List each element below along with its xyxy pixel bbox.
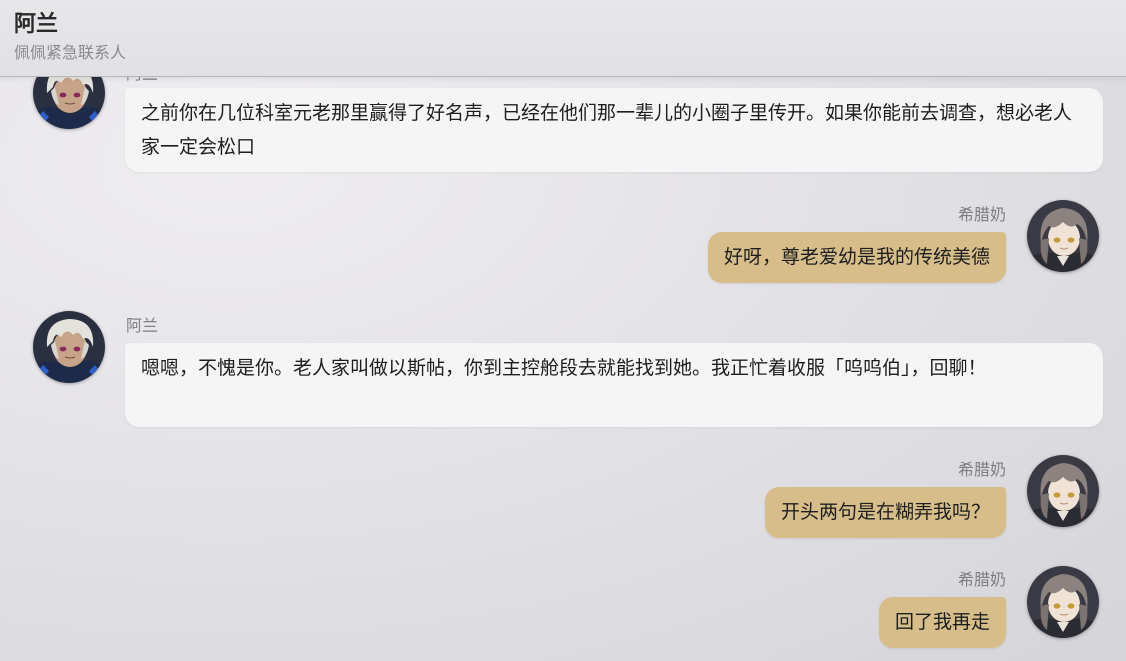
message-sender: 阿兰 bbox=[126, 316, 159, 335]
white-haired-character-avatar-icon bbox=[33, 311, 105, 383]
player-avatar[interactable] bbox=[1027, 200, 1099, 272]
message-sender: 希腊奶 bbox=[957, 570, 1006, 589]
header-divider bbox=[0, 77, 1126, 83]
message-sender: 希腊奶 bbox=[957, 205, 1006, 224]
outgoing-message-bubble[interactable]: 好呀，尊老爱幼是我的传统美德 bbox=[707, 232, 1006, 283]
message-sender: 希腊奶 bbox=[957, 460, 1006, 479]
contact-avatar[interactable] bbox=[33, 311, 105, 383]
outgoing-message-bubble[interactable]: 开头两句是在糊弄我吗？ bbox=[764, 487, 1006, 538]
contact-subtitle: 佩佩紧急联系人 bbox=[14, 43, 127, 62]
player-avatar[interactable] bbox=[1027, 455, 1099, 527]
message-list[interactable]: 阿兰 之前你在几位科室元老那里赢得了好名声，已经在他们那一辈儿的小圈子里传开。如… bbox=[0, 0, 1126, 661]
incoming-message-bubble[interactable]: 之前你在几位科室元老那里赢得了好名声，已经在他们那一辈儿的小圈子里传开。如果你能… bbox=[125, 88, 1103, 172]
outgoing-message-bubble[interactable]: 回了我再走 bbox=[878, 597, 1006, 648]
incoming-message-bubble[interactable]: 嗯嗯，不愧是你。老人家叫做以斯帖，你到主控舱段去就能找到她。我正忙着收服「呜呜伯… bbox=[125, 343, 1103, 427]
brown-haired-character-avatar-icon bbox=[1027, 566, 1099, 638]
brown-haired-character-avatar-icon bbox=[1027, 200, 1099, 272]
brown-haired-character-avatar-icon bbox=[1027, 455, 1099, 527]
contact-name: 阿兰 bbox=[14, 12, 59, 37]
player-avatar[interactable] bbox=[1027, 566, 1099, 638]
chat-header: 阿兰 佩佩紧急联系人 bbox=[0, 0, 1126, 77]
